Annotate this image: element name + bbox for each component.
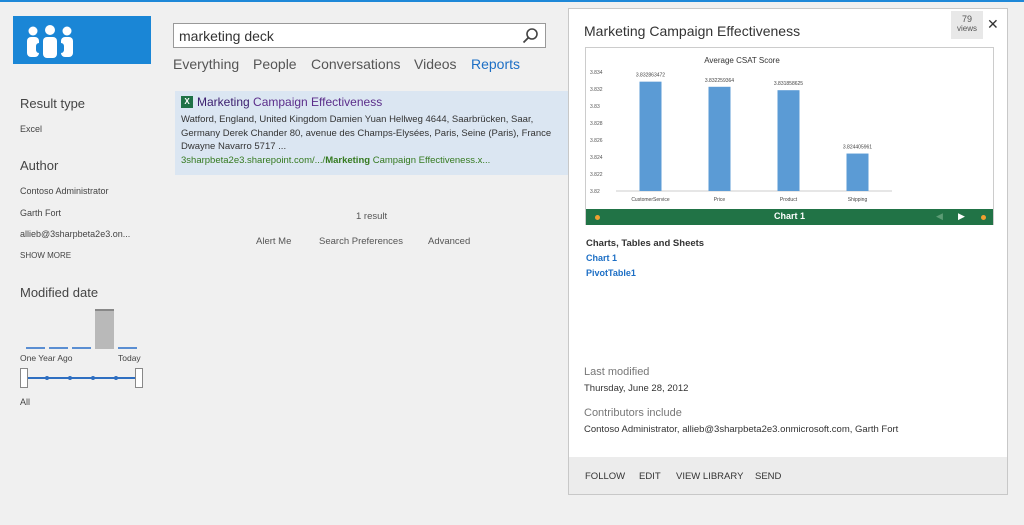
refiner-author-contoso[interactable]: Contoso Administrator	[20, 186, 109, 196]
date-end-label: Today	[118, 353, 141, 363]
author-heading: Author	[20, 158, 59, 173]
date-start-label: One Year Ago	[20, 353, 73, 363]
data-label: 3.832863472	[636, 73, 665, 79]
search-input[interactable]	[179, 26, 509, 45]
histogram-bar-selected	[95, 309, 114, 349]
result-url-prefix: 3sharpbeta2e3.sharepoint.com/.../	[181, 155, 326, 166]
y-tick-label: 3.828	[590, 121, 603, 127]
slider-tick	[114, 376, 118, 380]
search-result[interactable]: X Marketing Campaign Effectiveness Watfo…	[175, 91, 568, 175]
close-icon[interactable]: ✕	[987, 16, 999, 33]
y-tick-label: 3.834	[590, 70, 603, 76]
chart-bar-price	[708, 86, 731, 191]
slider-left-handle[interactable]	[20, 368, 28, 388]
advanced-link[interactable]: Advanced	[428, 236, 470, 247]
y-tick-label: 3.832	[590, 87, 603, 93]
csat-chart: Average CSAT Score 3.834 3.832 3.83 3.828 3.…	[590, 56, 892, 203]
tab-everything[interactable]: Everything	[173, 56, 239, 72]
top-accent-line	[0, 0, 1024, 2]
chart-bar-product	[777, 90, 800, 191]
refiner-author-allieb[interactable]: allieb@3sharpbeta2e3.on...	[20, 229, 130, 239]
y-tick-label: 3.83	[590, 104, 600, 110]
histogram-bar	[26, 347, 45, 349]
slider-right-handle[interactable]	[135, 368, 143, 388]
search-icon[interactable]	[522, 27, 539, 49]
preview-title[interactable]: Marketing Campaign Effectiveness	[584, 23, 800, 39]
people-logo-icon	[27, 25, 73, 58]
view-library-button[interactable]: VIEW LIBRARY	[676, 471, 743, 482]
nav-right-dot	[981, 215, 986, 220]
y-tick-label: 3.82	[590, 189, 600, 195]
show-more-link[interactable]: SHOW MORE	[20, 251, 71, 260]
result-url[interactable]: 3sharpbeta2e3.sharepoint.com/.../Marketi…	[181, 155, 490, 166]
views-count: 79	[961, 14, 972, 24]
tab-videos[interactable]: Videos	[414, 56, 457, 72]
modified-date-histogram	[26, 308, 142, 349]
chart-navigation-bar: Chart 1 ◀ ▶	[586, 209, 993, 225]
chart-bar-customerservice	[639, 81, 662, 191]
histogram-bar	[72, 347, 91, 349]
chart-nav-label: Chart 1	[773, 211, 805, 221]
refiner-author-garth[interactable]: Garth Fort	[20, 208, 61, 218]
histogram-bar	[118, 347, 137, 349]
result-count: 1 result	[356, 211, 388, 222]
data-label: 3.832259364	[705, 78, 734, 84]
result-summary: Watford, England, United Kingdom Damien …	[181, 114, 552, 152]
result-title[interactable]: Marketing Campaign Effectiveness	[197, 95, 382, 109]
histogram-bar	[49, 347, 68, 349]
category-label: Product	[780, 197, 798, 203]
tab-reports[interactable]: Reports	[471, 56, 520, 72]
data-label: 3.824405961	[843, 145, 872, 151]
hover-preview-panel: Marketing Campaign Effectiveness 79 view…	[568, 8, 1008, 495]
views-counter: 79 views	[951, 11, 983, 39]
modified-date-heading: Modified date	[20, 285, 99, 300]
excel-file-icon: X	[181, 96, 193, 108]
last-modified-value: Thursday, June 28, 2012	[584, 383, 689, 394]
pivottable1-link[interactable]: PivotTable1	[586, 268, 636, 278]
slider-tick	[91, 376, 95, 380]
y-tick-label: 3.822	[590, 172, 603, 178]
category-label: Shipping	[848, 197, 868, 203]
prev-chart-icon[interactable]: ◀	[936, 211, 943, 222]
y-tick-label: 3.826	[590, 138, 603, 144]
search-box	[173, 23, 546, 48]
slider-track	[26, 377, 138, 379]
slider-tick	[45, 376, 49, 380]
result-title-rest: Campaign Effectiveness	[249, 95, 383, 109]
follow-button[interactable]: FOLLOW	[585, 471, 625, 482]
contributors-value: Contoso Administrator, allieb@3sharpbeta…	[584, 424, 899, 435]
category-label: CustomerService	[631, 197, 670, 203]
preview-action-bar: FOLLOW EDIT VIEW LIBRARY SEND	[569, 457, 1007, 494]
views-label: views	[956, 24, 977, 33]
date-range-slider[interactable]	[20, 368, 143, 388]
slider-tick	[68, 376, 72, 380]
search-preferences-link[interactable]: Search Preferences	[319, 236, 403, 247]
alert-me-link[interactable]: Alert Me	[256, 236, 291, 247]
refiner-excel[interactable]: Excel	[20, 124, 42, 134]
result-type-heading: Result type	[20, 96, 86, 111]
category-label: Price	[714, 197, 726, 203]
edit-button[interactable]: EDIT	[639, 471, 661, 482]
next-chart-icon[interactable]: ▶	[958, 211, 965, 222]
charts-section-heading: Charts, Tables and Sheets	[586, 238, 705, 249]
data-label: 3.831858625	[774, 81, 803, 87]
result-url-bold: Marketing	[325, 155, 371, 166]
send-button[interactable]: SEND	[755, 471, 781, 482]
date-selection-label: All	[20, 397, 31, 407]
workbook-preview: Average CSAT Score 3.834 3.832 3.83 3.828 3.…	[585, 47, 994, 225]
result-title-highlight: Marketing	[197, 95, 250, 109]
y-tick-label: 3.824	[590, 155, 603, 161]
last-modified-label: Last modified	[584, 366, 650, 378]
result-url-suffix: Campaign Effectiveness.x...	[370, 155, 491, 166]
chart-bar-shipping	[846, 153, 869, 191]
contributors-label: Contributors include	[584, 407, 682, 419]
tab-conversations[interactable]: Conversations	[311, 56, 401, 72]
site-logo[interactable]	[13, 16, 151, 64]
tab-people[interactable]: People	[253, 56, 297, 72]
chart-title: Average CSAT Score	[704, 56, 780, 65]
chart-1-link[interactable]: Chart 1	[586, 253, 617, 263]
